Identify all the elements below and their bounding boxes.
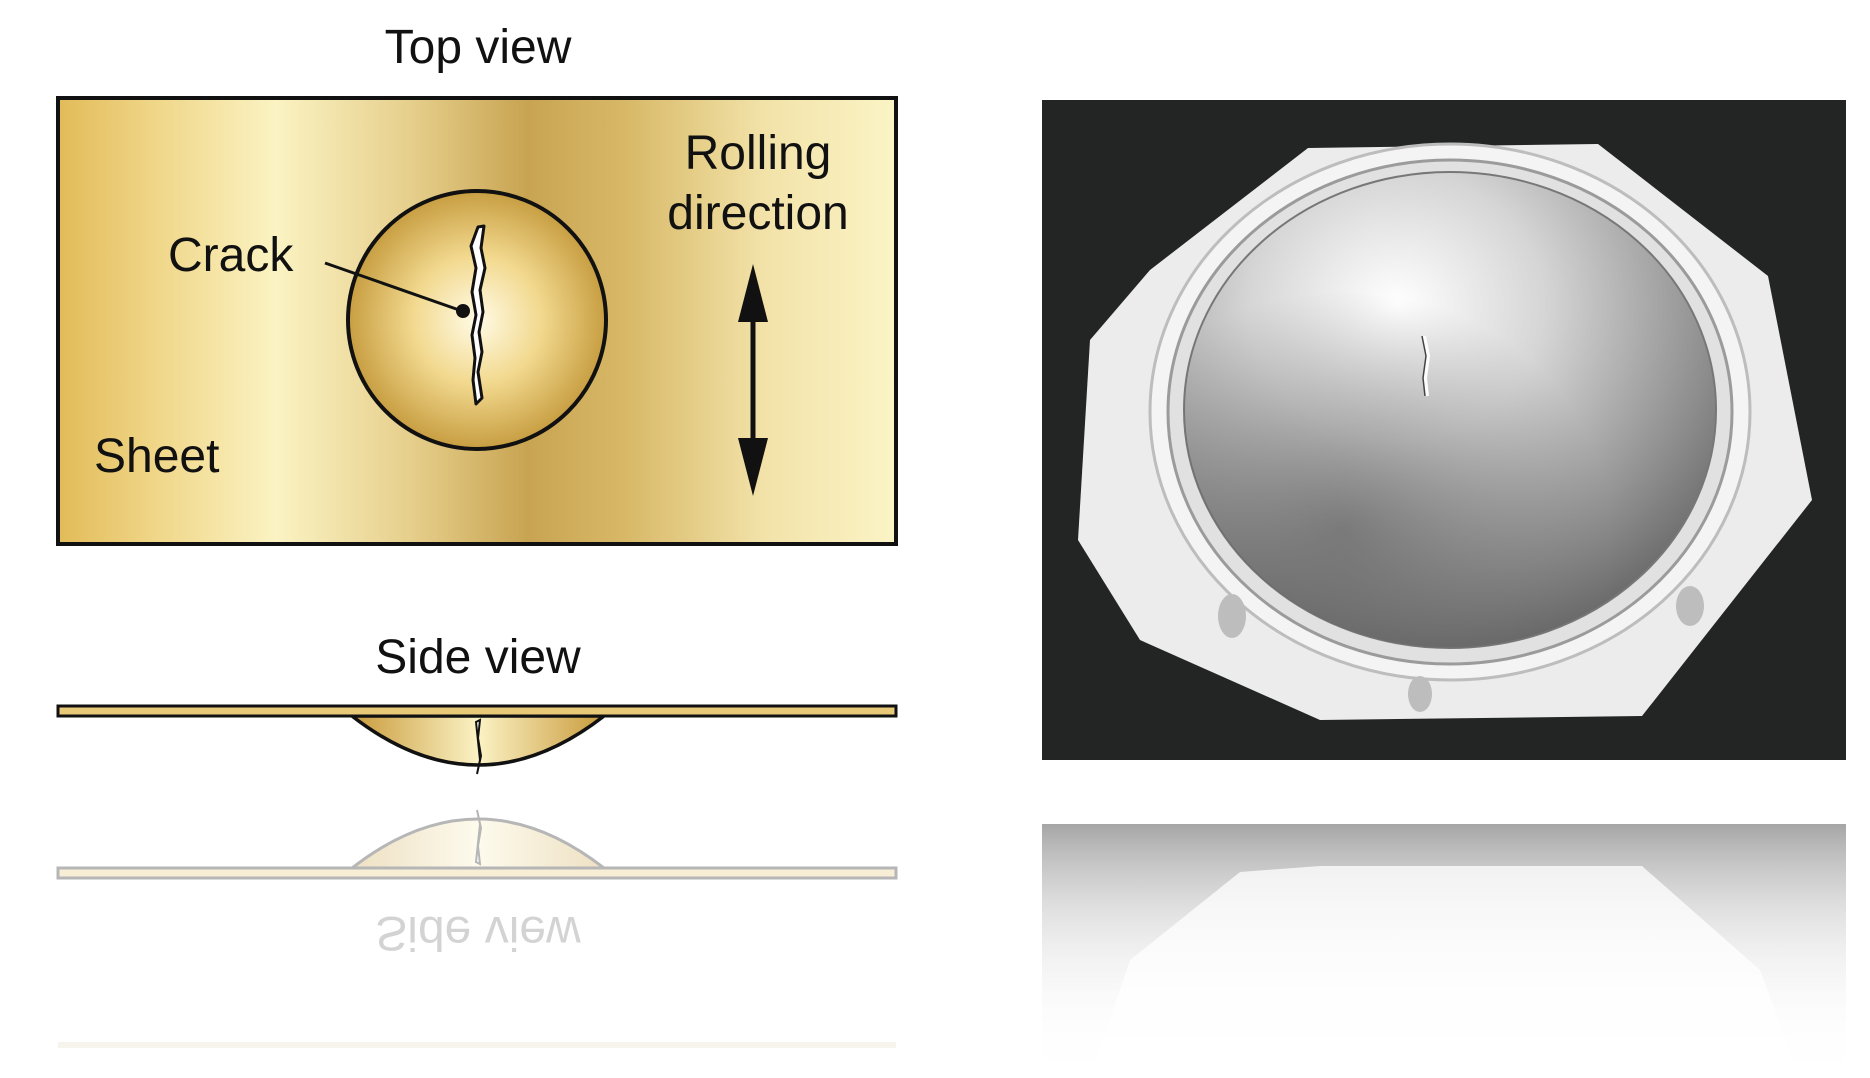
side-view-title: Side view xyxy=(375,631,581,684)
dome-photograph xyxy=(1042,100,1846,760)
sheet-label: Sheet xyxy=(94,430,220,483)
top-view-title: Top view xyxy=(384,21,572,74)
side-view-profile xyxy=(56,704,898,775)
side-view-reflection xyxy=(56,809,898,880)
reflection-ghost-lines xyxy=(58,1042,896,1048)
crack-label: Crack xyxy=(168,229,294,282)
side-view-title-reflection: Side view xyxy=(375,906,581,959)
rolling-direction-label-line1: Rolling xyxy=(684,127,832,180)
rolling-direction-label-line2: direction xyxy=(667,187,849,240)
crack-leader-dot xyxy=(456,304,470,318)
photo-reflection xyxy=(1042,824,1846,1078)
diagram-canvas xyxy=(40,96,1846,1078)
